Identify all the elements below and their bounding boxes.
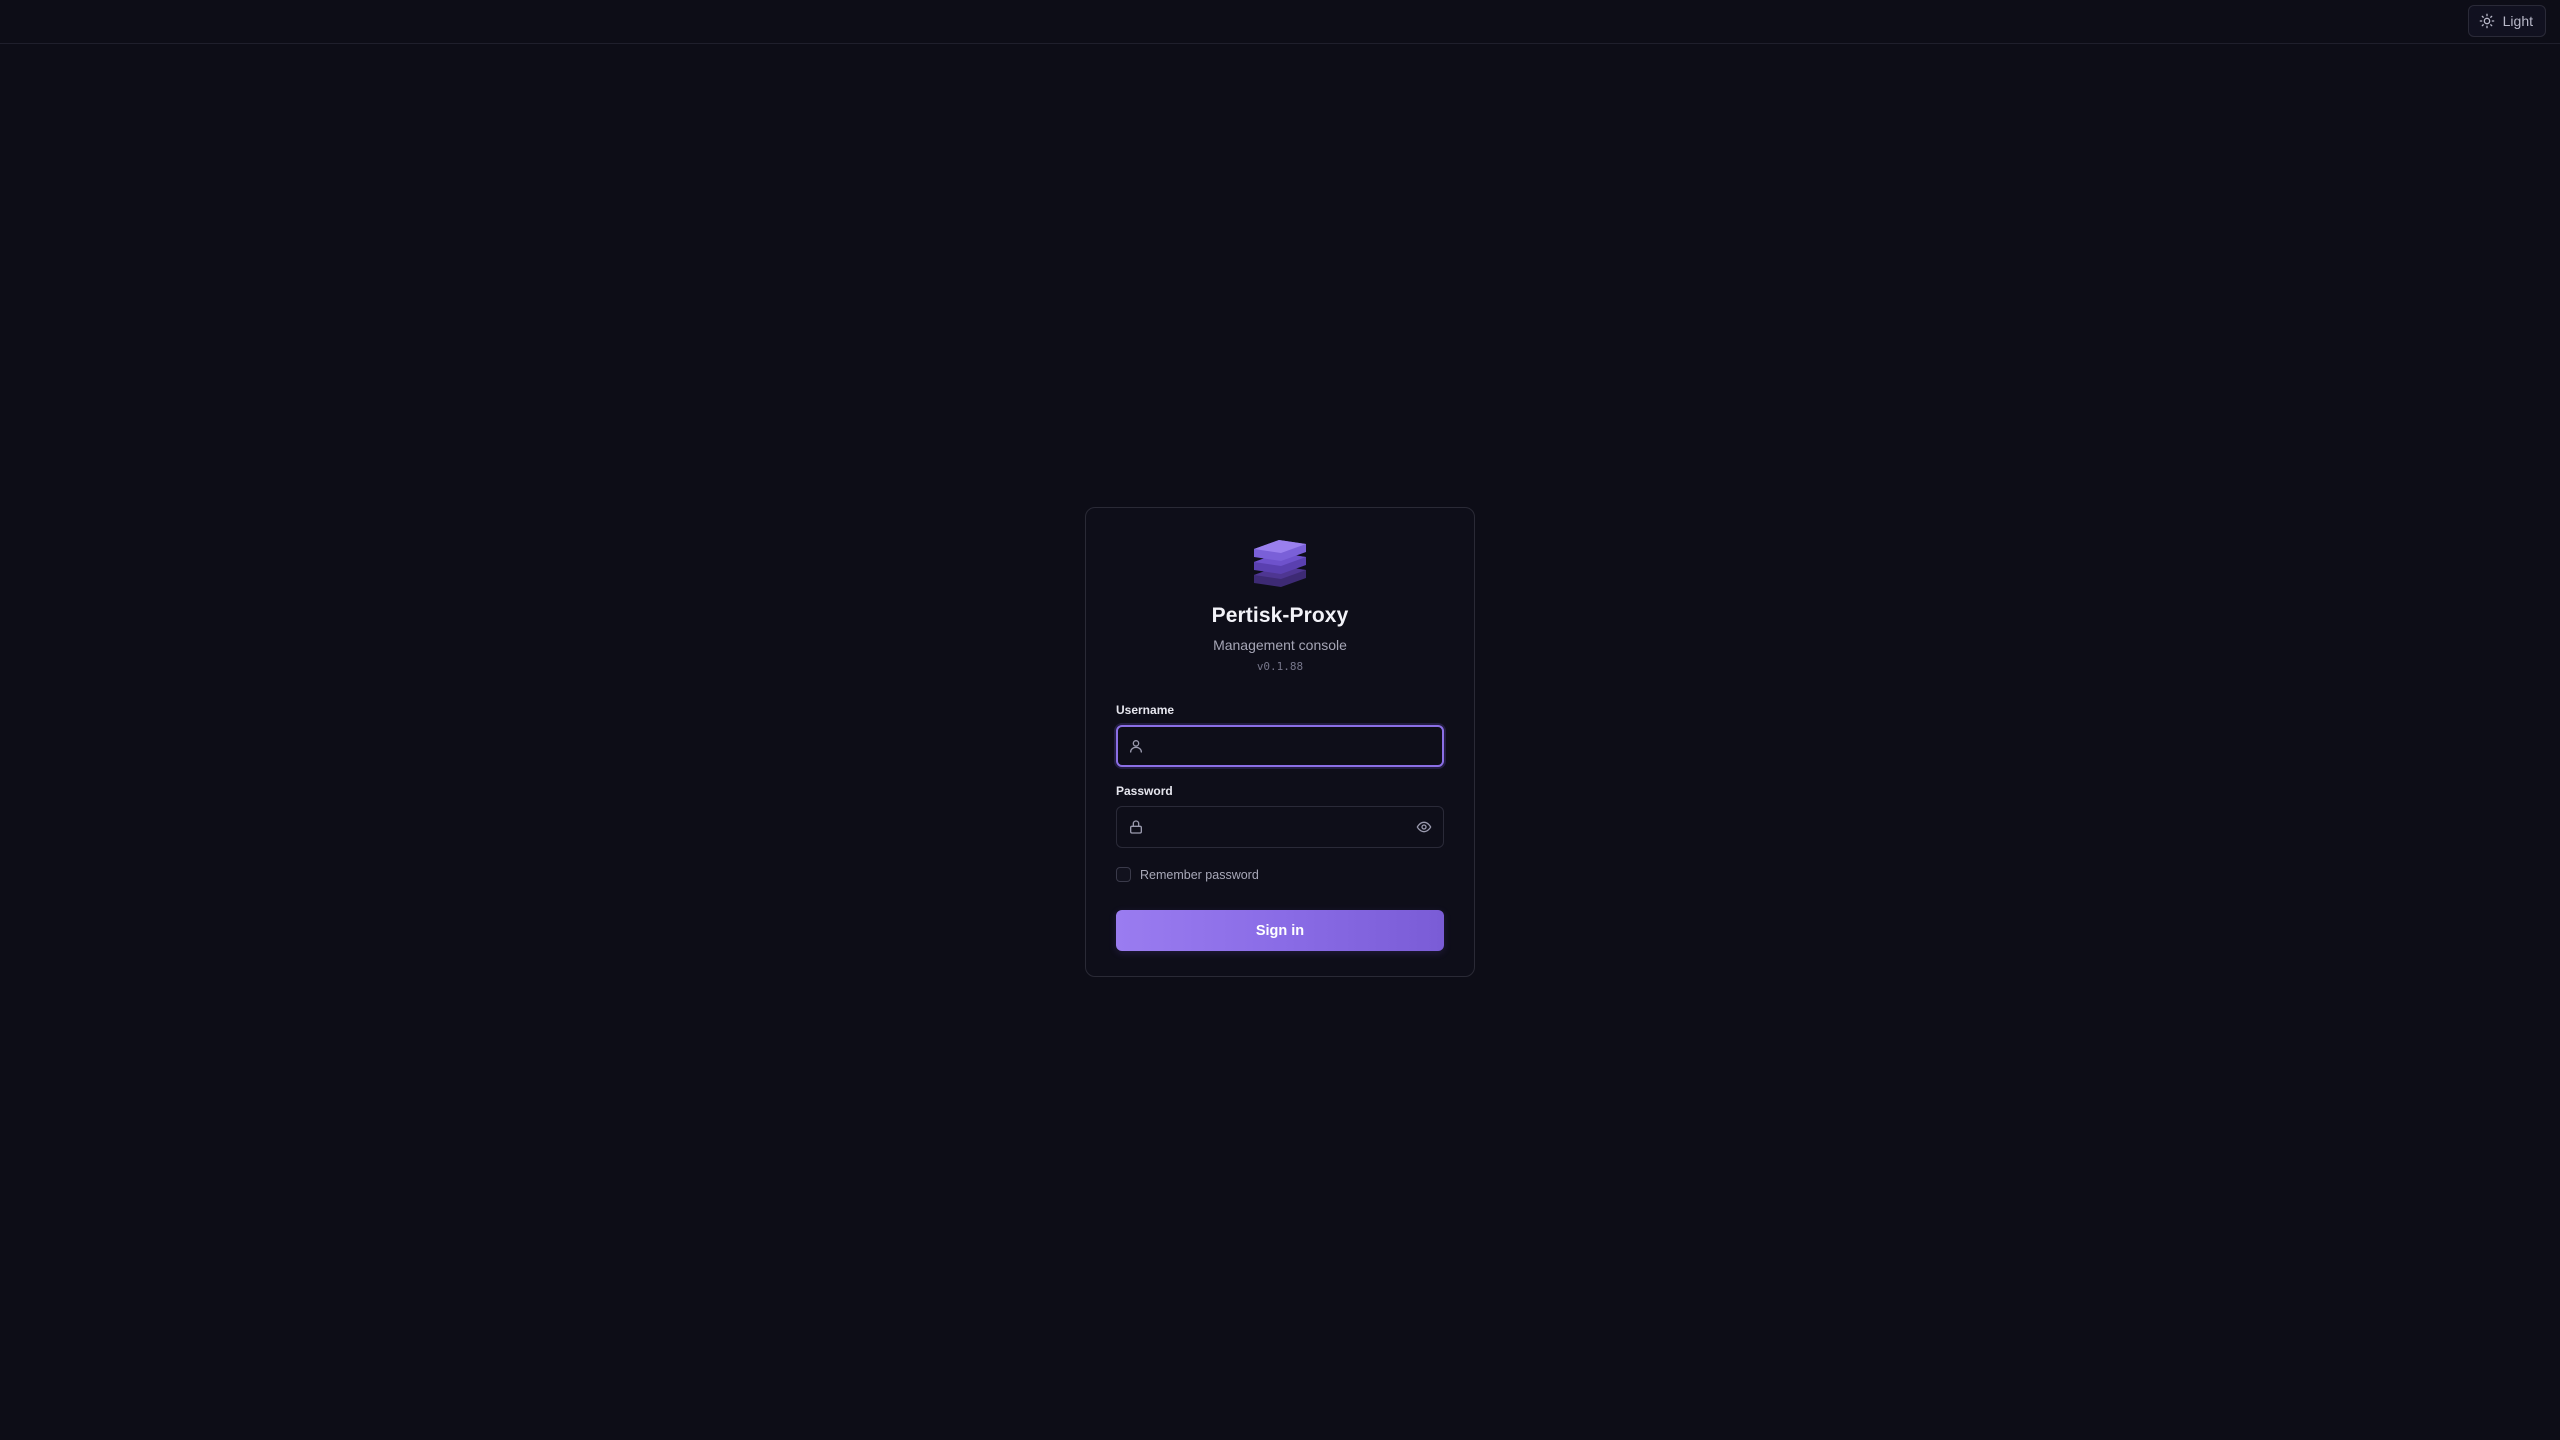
- remember-password[interactable]: Remember password: [1116, 867, 1259, 882]
- theme-toggle-button[interactable]: Light: [2467, 5, 2546, 37]
- username-label: Username: [1116, 703, 1175, 717]
- username-input[interactable]: [1150, 727, 1406, 765]
- remember-password-label: Remember password: [1140, 867, 1259, 882]
- username-field[interactable]: [1116, 725, 1444, 767]
- lock-icon: [1128, 819, 1144, 835]
- password-label: Password: [1116, 784, 1173, 798]
- theme-toggle-label: Light: [2502, 13, 2533, 29]
- user-icon: [1128, 738, 1144, 754]
- app-title: Pertisk-Proxy: [1211, 604, 1349, 627]
- password-field[interactable]: [1116, 806, 1444, 848]
- sign-in-button[interactable]: Sign in: [1116, 910, 1444, 951]
- top-bar: Light: [0, 0, 2560, 44]
- sun-icon: [2479, 13, 2495, 29]
- login-card: Pertisk-Proxy Management console v0.1.88…: [1085, 507, 1475, 977]
- app-subtitle: Management console: [1213, 637, 1347, 653]
- remember-password-checkbox[interactable]: [1116, 867, 1131, 882]
- app-version: v0.1.88: [1256, 660, 1304, 673]
- show-password-eye-icon[interactable]: [1415, 818, 1433, 836]
- password-input[interactable]: [1149, 807, 1407, 847]
- stacked-layers-logo-icon: [1249, 535, 1311, 597]
